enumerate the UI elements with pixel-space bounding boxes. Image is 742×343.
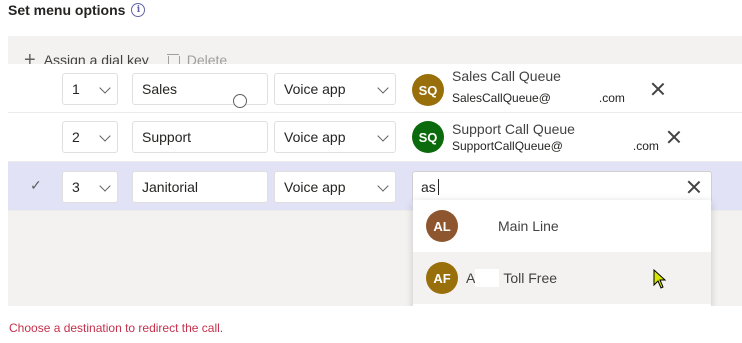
page-title: Set menu options [8,2,126,18]
suggestion-label-text: Main Line [498,218,559,234]
dial-key-value: 2 [72,129,80,145]
suggestion-label-prefix: A [466,270,476,286]
table-row[interactable]: 1 Sales Voice app SQ Sales Call Queue Sa… [8,64,742,113]
chevron-down-icon [99,82,111,94]
dial-key-dropdown[interactable]: 1 [62,73,118,105]
avatar-initials: AL [433,218,451,234]
option-name-value: Support [142,129,192,145]
chevron-down-icon [99,130,111,142]
option-name-input[interactable]: Support [132,121,268,153]
dial-key-value: 3 [72,179,80,195]
error-message: Choose a destination to redirect the cal… [9,321,224,335]
destination-name: Sales Call Queue [452,68,561,84]
destination-suggestions: AL Main Line AF A Toll Free [413,200,711,306]
destination-type-dropdown[interactable]: Voice app [274,171,396,203]
mouse-pointer-icon [653,269,667,289]
destination-type-dropdown[interactable]: Voice app [274,73,396,105]
option-name-input[interactable]: Sales [132,73,268,105]
suggestion-label-text: Toll Free [503,270,558,286]
destination-type-dropdown[interactable]: Voice app [274,121,396,153]
chevron-down-icon [377,180,389,192]
avatar: SQ [412,74,444,106]
avatar-initials: AF [433,270,451,286]
table-row[interactable]: 2 Support Voice app SQ Support Call Queu… [8,113,742,162]
avatar: AL [426,210,458,242]
dial-key-dropdown[interactable]: 2 [62,121,118,153]
loading-cursor-icon [233,94,247,108]
remove-destination-button[interactable] [667,130,681,144]
dial-key-dropdown[interactable]: 3 [62,171,118,203]
destination-email-user: SupportCallQueue@ [452,139,563,153]
destination-email: SalesCallQueue@ .com [452,91,625,105]
remove-destination-button[interactable] [651,82,665,96]
chevron-down-icon [377,130,389,142]
chevron-down-icon [99,180,111,192]
dial-key-value: 1 [72,81,80,97]
checkmark-icon[interactable]: ✓ [30,178,42,192]
chevron-down-icon [377,82,389,94]
destination-type-value: Voice app [284,179,346,195]
info-icon[interactable]: i [131,3,146,17]
menu-options-panel: + Assign a dial key Delete 1 Sales Voice… [8,36,742,306]
destination-name: Support Call Queue [452,121,575,137]
section-title: Set menu options i [8,2,146,18]
redacted-text [466,217,498,235]
option-name-value: Sales [142,81,178,97]
search-value: as [421,179,436,195]
avatar-initials: SQ [418,82,438,98]
avatar: AF [426,262,458,294]
suggestion-label: A Toll Free [466,269,557,287]
destination-email: SupportCallQueue@ .com [452,139,659,153]
avatar: SQ [412,121,444,153]
destination-type-value: Voice app [284,129,346,145]
destination-email-user: SalesCallQueue@ [452,91,551,105]
option-name-input[interactable]: Janitorial [132,171,268,203]
destination-email-domain: .com [598,91,625,105]
destination-email-domain: .com [632,139,659,153]
avatar-initials: SQ [418,129,438,145]
text-caret [437,179,439,195]
option-name-value: Janitorial [142,179,199,195]
destination-type-value: Voice app [284,81,346,97]
redacted-text [475,269,500,287]
destination-search-input[interactable]: as [412,171,712,203]
suggestion-item[interactable]: AL Main Line [413,200,711,252]
clear-search-button[interactable] [687,180,701,194]
suggestion-label: Main Line [466,217,559,235]
